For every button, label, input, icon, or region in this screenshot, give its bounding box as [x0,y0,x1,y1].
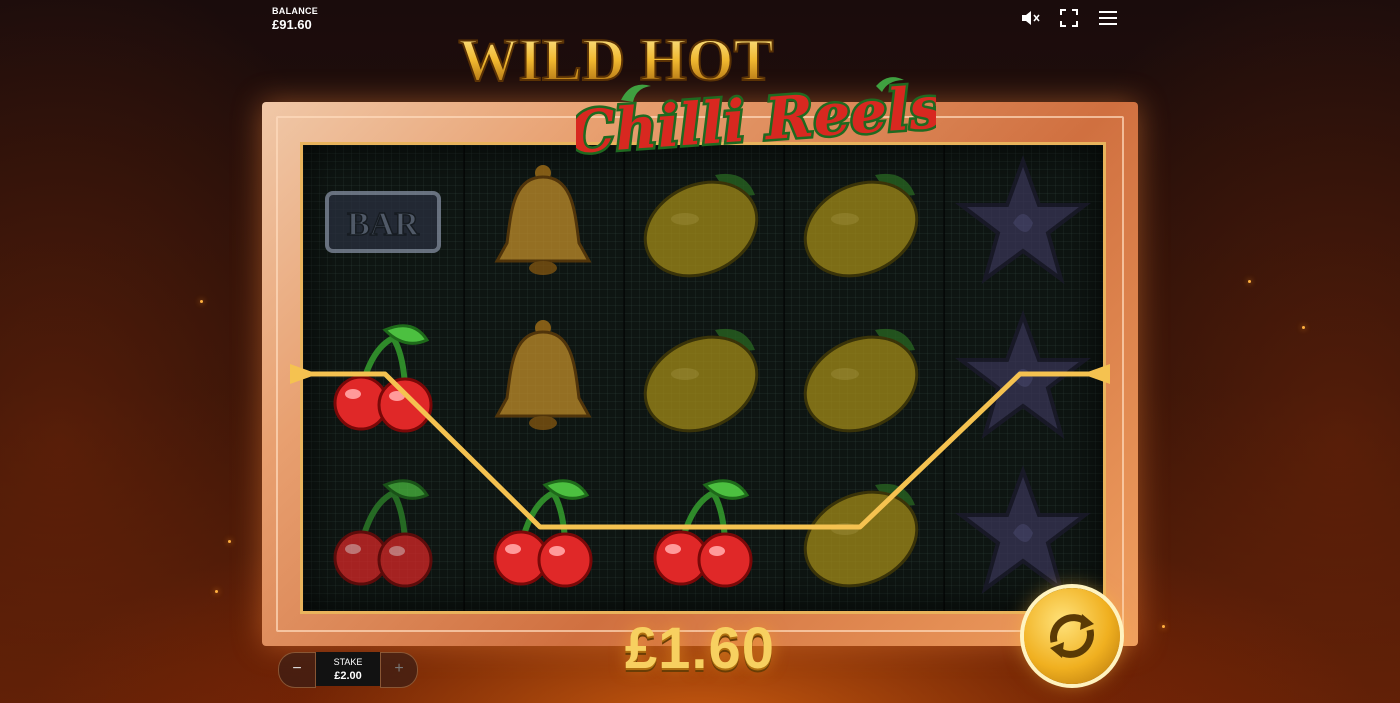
symbol-star [943,145,1103,300]
ember [1248,280,1251,283]
balance-display: BALANCE £91.60 [272,6,318,32]
symbol-star [943,455,1103,610]
stake-value: £2.00 [334,670,362,682]
win-amount: £1.60 [624,616,776,681]
symbol-cherry [623,455,783,610]
reel-area: BAR [300,142,1106,614]
ember [228,540,231,543]
ember [200,300,203,303]
ember [1302,326,1305,329]
fullscreen-icon[interactable] [1058,8,1080,28]
logo-line2: Chilli Reels [576,73,936,167]
symbol-cherry [303,300,463,455]
balance-value: £91.60 [272,17,312,32]
symbol-lemon [783,455,943,610]
svg-text:BAR: BAR [347,206,419,243]
mute-icon[interactable] [1020,8,1042,28]
symbol-lemon [623,300,783,455]
logo-chilli-reels: Chilli Reels [576,71,936,170]
stake-label: STAKE [333,657,363,667]
stake-increase-button[interactable]: + [380,652,418,688]
spin-button[interactable] [1024,588,1120,684]
stake-control: − STAKE £2.00 + [278,652,418,688]
symbol-bell [463,300,623,455]
symbol-lemon [783,300,943,455]
symbol-bar: BAR [303,145,463,300]
ember [215,590,218,593]
stake-display: STAKE £2.00 [316,652,380,686]
symbol-cherry [303,455,463,610]
stake-decrease-button[interactable]: − [278,652,316,688]
balance-label: BALANCE [272,6,319,16]
menu-icon[interactable] [1097,8,1119,28]
spin-icon [1050,614,1094,658]
symbol-star [943,300,1103,455]
symbol-cherry [463,455,623,610]
ember [1162,625,1165,628]
